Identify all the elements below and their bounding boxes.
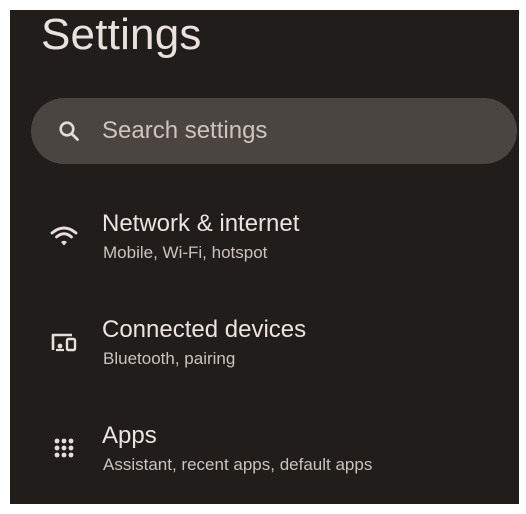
connected-devices-icon [50, 328, 78, 356]
wifi-icon [50, 222, 78, 250]
apps-title: Apps [102, 422, 157, 449]
search-icon [58, 120, 80, 142]
search-input[interactable]: Search settings [102, 117, 267, 145]
search-bar[interactable]: Search settings [31, 98, 517, 164]
settings-item-apps[interactable]: Apps Assistant, recent apps, default app… [10, 418, 519, 502]
settings-screen: Settings Search settings Network & inter… [10, 10, 519, 504]
connected-devices-subtitle: Bluetooth, pairing [103, 349, 236, 368]
connected-devices-title: Connected devices [102, 316, 307, 343]
apps-grid-icon [50, 434, 78, 462]
network-internet-title: Network & internet [102, 210, 300, 237]
settings-item-network[interactable]: Network & internet Mobile, Wi-Fi, hotspo… [10, 206, 519, 290]
page-title: Settings [41, 10, 202, 59]
settings-item-connected-devices[interactable]: Connected devices Bluetooth, pairing [10, 312, 519, 396]
apps-subtitle: Assistant, recent apps, default apps [103, 455, 373, 474]
network-internet-subtitle: Mobile, Wi-Fi, hotspot [103, 243, 268, 262]
